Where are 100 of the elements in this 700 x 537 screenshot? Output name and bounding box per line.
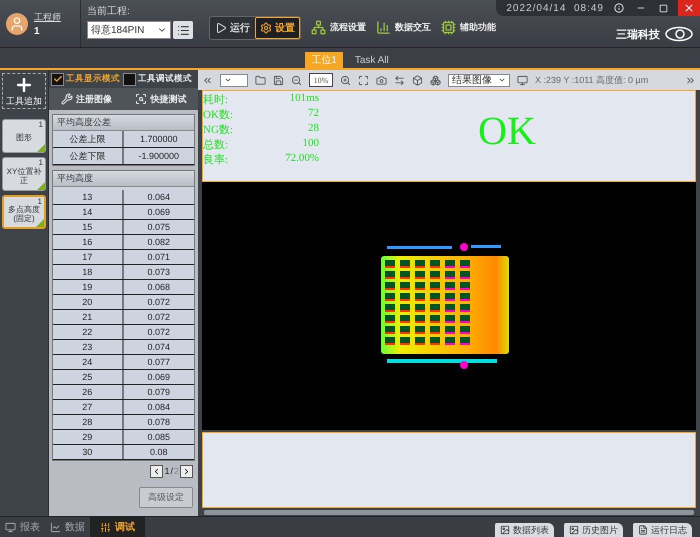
table-cell: 公差上限 (53, 131, 124, 147)
close-icon[interactable] (678, 0, 700, 16)
table-cell: 21 (53, 310, 124, 324)
page-total: 2 (174, 466, 179, 476)
table-cell-text: 0.078 (146, 416, 172, 429)
save-icon[interactable] (273, 74, 284, 86)
table-title: 平均高度 (53, 171, 194, 187)
stat-label: OK数: (203, 108, 234, 122)
mode-tab[interactable]: 设置 (255, 17, 300, 39)
panel-button[interactable]: 数据列表 (495, 523, 554, 537)
play-icon[interactable] (215, 22, 227, 34)
table-cell-text: 0.082 (146, 236, 172, 249)
table-cell-text: -1.900000 (137, 150, 180, 163)
fit-icon[interactable] (358, 74, 369, 86)
station-tab[interactable]: Task All (348, 52, 395, 68)
table-cell: 16 (53, 235, 124, 249)
cube-icon[interactable] (412, 74, 423, 86)
camera-icon[interactable] (376, 74, 387, 86)
stat-label: NG数: (203, 123, 234, 137)
table-cell-text: 0.068 (146, 281, 172, 294)
sliders-icon (100, 522, 111, 532)
tool-button[interactable]: 图形 1 (2, 119, 46, 153)
table-cell: 公差下限 (53, 148, 124, 164)
menu-item[interactable]: 辅助功能 (460, 20, 496, 34)
cubes-icon[interactable] (430, 74, 441, 86)
mode-checkbox[interactable] (123, 72, 136, 86)
table-cell: 19 (53, 280, 124, 294)
table-cell-text: 0.073 (146, 266, 172, 279)
document-icon (638, 525, 648, 535)
table-cell-text: 0.072 (146, 311, 172, 324)
search-icon (135, 93, 148, 105)
table-cell-text: 0.072 (146, 296, 172, 309)
swap-icon[interactable] (394, 74, 405, 86)
project-label: 当前工程: (87, 4, 131, 18)
table-cell: 26 (53, 385, 124, 399)
project-select[interactable]: 得意184PIN (87, 21, 171, 39)
mode-label: 工具显示模式 (66, 73, 120, 85)
expand-right-icon[interactable] (685, 74, 696, 86)
tool-count: 1 (38, 120, 43, 130)
folder-icon[interactable] (255, 74, 266, 86)
table-cell: 23 (53, 340, 124, 354)
stat-value: 100 (302, 137, 319, 151)
user-role[interactable]: 工程师 (34, 10, 61, 24)
stat-value: 72 (307, 107, 319, 121)
zoom-in-icon[interactable] (340, 74, 351, 86)
action-button[interactable]: 快捷测试 (150, 92, 186, 106)
table-cell-text: 0.069 (146, 371, 172, 384)
tool-button[interactable]: XY位置补正 1 (2, 157, 46, 191)
table-cell: 29 (53, 430, 124, 444)
monitor-icon[interactable] (517, 74, 528, 86)
table-cell-text: 0.071 (146, 251, 172, 264)
table-cell-text: 0.077 (146, 356, 172, 369)
table-cell-text: 0.075 (146, 221, 172, 234)
tools-icon (60, 93, 73, 105)
chip-icon (441, 20, 456, 34)
table-cell-text: 0.08 (148, 446, 169, 459)
eye-logo-icon (664, 26, 694, 42)
table-cell: 14 (53, 205, 124, 219)
panel-button[interactable]: 历史图片 (564, 523, 623, 537)
table-cell-text: 0.084 (146, 401, 172, 414)
table-cell-text: 0.085 (146, 431, 172, 444)
table-cell: 17 (53, 250, 124, 264)
mode-checkbox[interactable] (51, 72, 64, 86)
logo-text: 三瑞科技 (616, 28, 660, 42)
table-cell: 27 (53, 400, 124, 414)
table-cell: 22 (53, 325, 124, 339)
bar-chart-icon (376, 20, 391, 34)
bottom-tab[interactable]: 报表 (0, 517, 45, 537)
user-id: 1 (34, 26, 41, 36)
mode-tab[interactable]: 运行 (210, 17, 255, 39)
avatar-icon (6, 12, 28, 34)
list-button[interactable] (173, 21, 193, 39)
image-select[interactable]: 结果图像 (448, 74, 510, 86)
bottom-tab[interactable]: 数据 (45, 517, 90, 537)
tool-count: 1 (38, 158, 43, 167)
menu-item[interactable]: 数据交互 (395, 20, 431, 34)
network-icon (311, 20, 326, 34)
stat-value: 28 (307, 122, 319, 136)
add-tool-button[interactable]: 工具追加 (2, 73, 46, 109)
table-cell-text: 0.069 (146, 206, 172, 219)
table-cell: 25 (53, 370, 124, 384)
zoom-out-icon[interactable] (291, 74, 302, 86)
stat-label: 总数: (203, 138, 230, 152)
table-title: 平均高度公差 (53, 115, 194, 131)
collapse-left-icon[interactable] (202, 74, 213, 86)
zoom-field[interactable]: 10% (309, 73, 333, 87)
stat-label: 耗时: (203, 93, 230, 107)
gear-icon[interactable] (260, 22, 272, 34)
tool-count: 1 (38, 197, 42, 206)
mode-label: 工具调试模式 (138, 73, 192, 85)
panel-button[interactable]: 运行日志 (633, 523, 692, 537)
stat-value: 101ms (288, 92, 319, 106)
menu-item[interactable]: 流程设置 (330, 20, 366, 34)
action-button[interactable]: 注册图像 (76, 92, 112, 106)
advanced-settings-button[interactable]: 高级设定 (139, 487, 193, 508)
bottom-tab[interactable]: 调试 (90, 517, 145, 537)
table-cell-text: 0.079 (146, 386, 172, 399)
stat-value: 72.00% (284, 152, 319, 166)
list-icon[interactable] (176, 24, 190, 36)
tool-button[interactable]: 多点高度(固定) 1 (2, 195, 46, 229)
